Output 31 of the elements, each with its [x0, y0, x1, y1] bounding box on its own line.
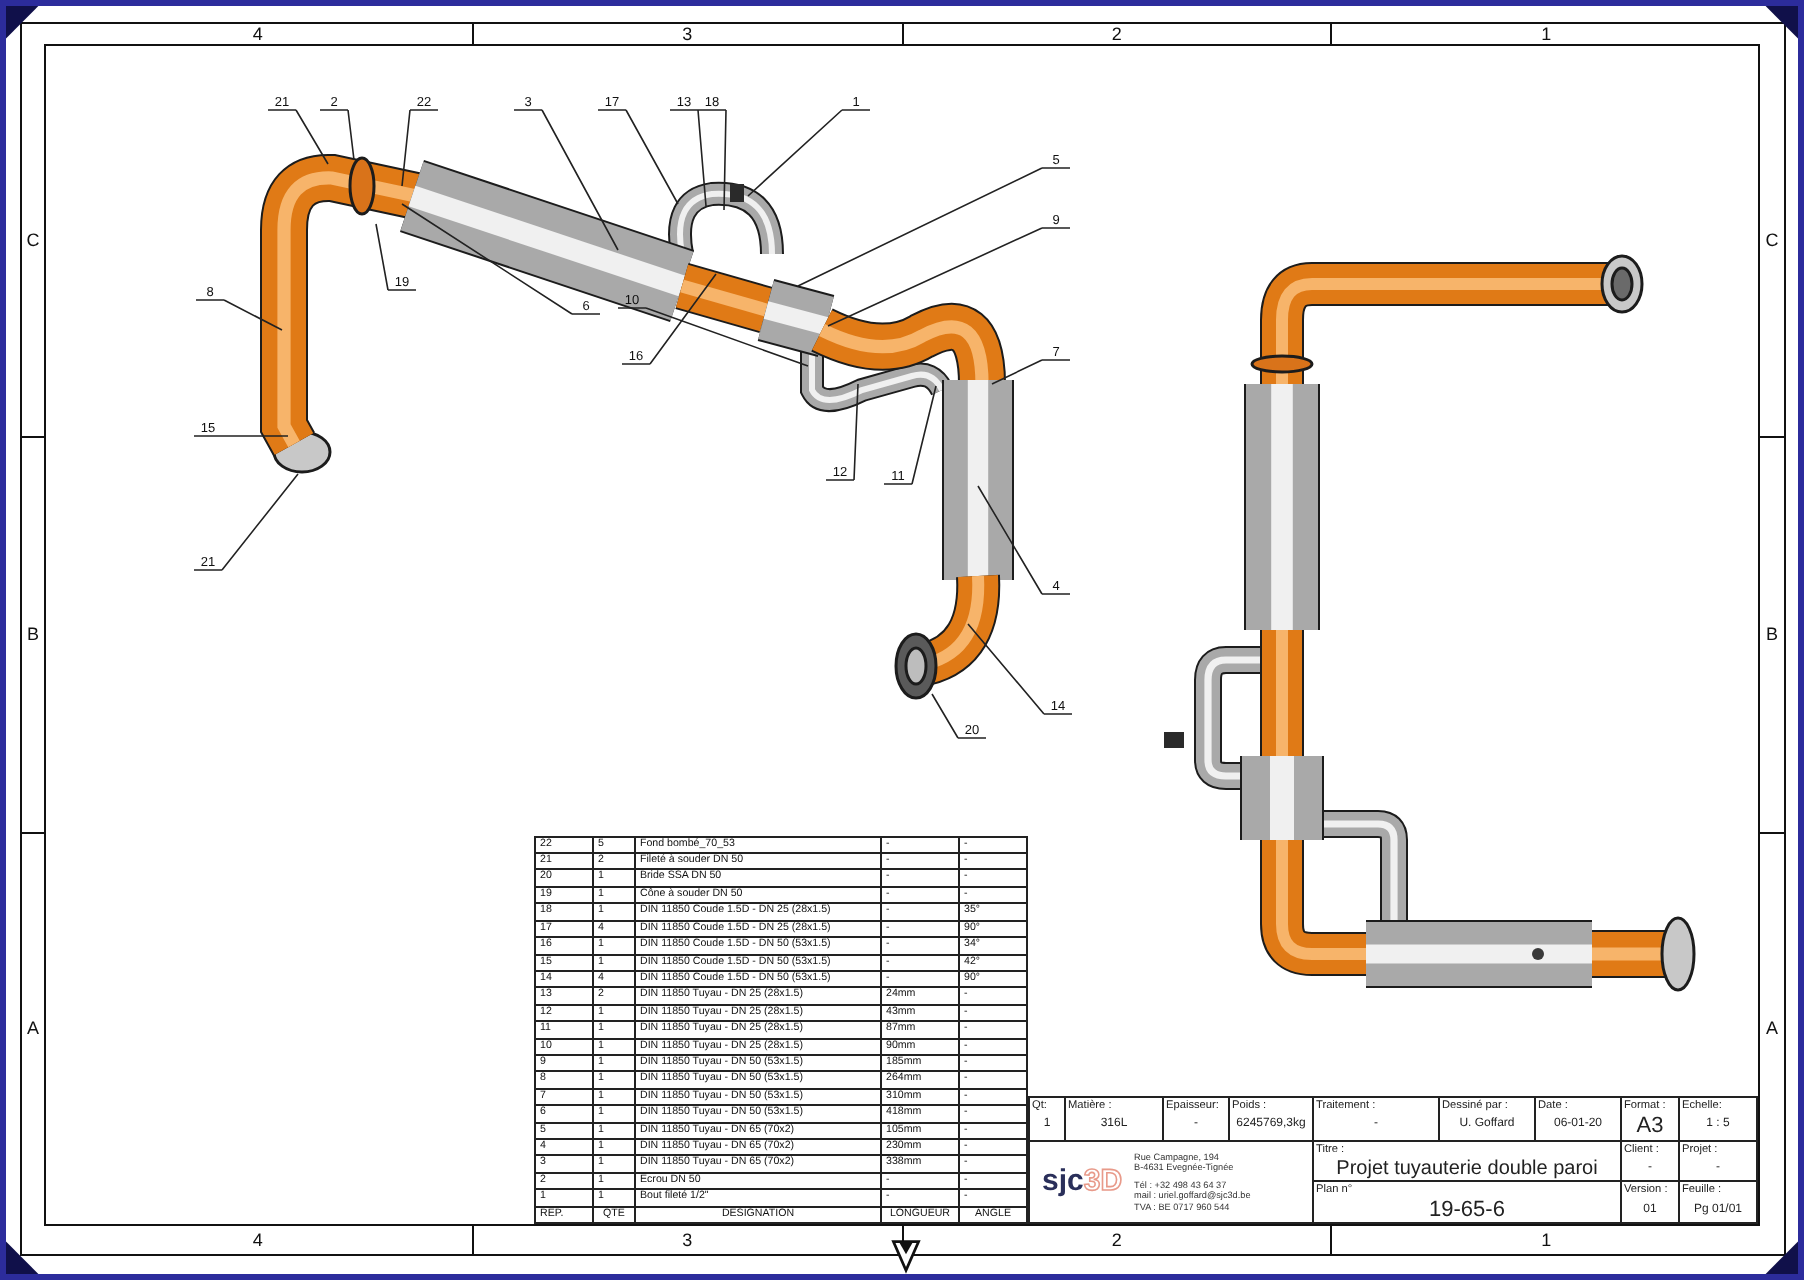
- zone-row-label: C: [26, 231, 40, 250]
- company-logo: sjc3D: [1042, 1166, 1123, 1198]
- leader-line: [193, 435, 289, 437]
- zone-column-label: 4: [252, 1231, 263, 1249]
- leader-line: [825, 383, 859, 481]
- zone-row-label: A: [26, 1020, 39, 1039]
- zone-column-label: 3: [682, 1231, 693, 1249]
- leader-line: [883, 385, 937, 485]
- leader-line: [195, 299, 283, 331]
- zone-column-label: 4: [252, 25, 263, 43]
- corner-mark-icon: [6, 1238, 42, 1274]
- leader-line: [193, 473, 299, 571]
- leader-line: [991, 359, 1071, 385]
- leader-line: [977, 485, 1071, 595]
- field-value: 19-65-6: [1427, 1198, 1507, 1222]
- zone-column-label: 3: [682, 25, 693, 43]
- corner-mark-icon: [1762, 1238, 1798, 1274]
- field-value: A3: [1634, 1114, 1666, 1138]
- zone-column-label: 1: [1541, 25, 1552, 43]
- zone-column-label: 1: [1541, 1231, 1552, 1249]
- leader-line: [697, 109, 727, 211]
- corner-mark-icon: [6, 6, 42, 42]
- zone-row-label: C: [1765, 231, 1779, 250]
- zone-row-label: B: [1765, 625, 1778, 644]
- zone-column-label: 2: [1111, 1231, 1122, 1249]
- zone-column-label: 2: [1111, 25, 1122, 43]
- zone-row-label: B: [26, 625, 39, 644]
- leader-line: [401, 109, 439, 187]
- zone-row-label: A: [1765, 1020, 1778, 1039]
- corner-mark-icon: [1762, 6, 1798, 42]
- field-value: Projet tuyauterie double paroi: [1334, 1158, 1600, 1180]
